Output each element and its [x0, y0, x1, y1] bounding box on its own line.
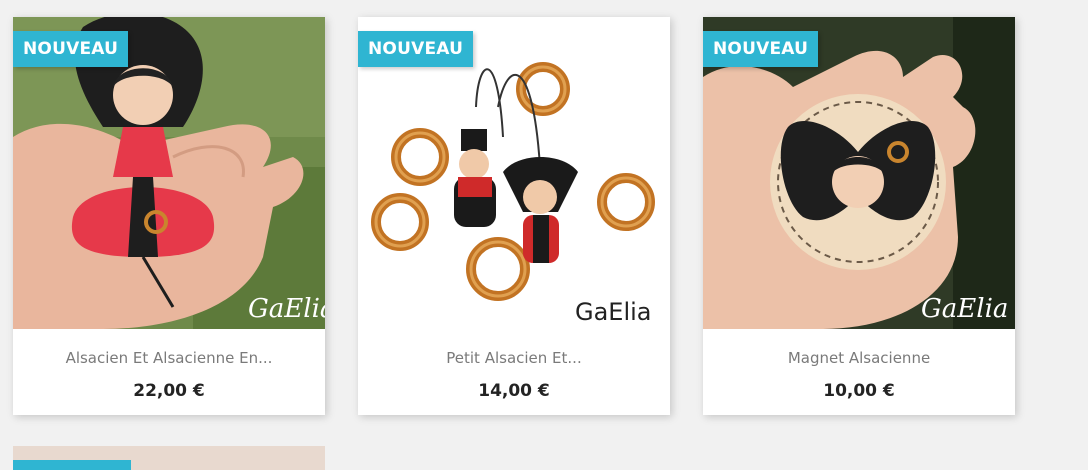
product-name-link[interactable]: Petit Alsacien Et...: [358, 348, 670, 368]
product-thumbnail[interactable]: GaElia NOUVEAU: [13, 17, 325, 329]
watermark-text: GaElia: [921, 294, 1008, 324]
product-thumbnail[interactable]: GaElia NOUVEAU: [358, 17, 670, 329]
product-card[interactable]: GaElia NOUVEAU Petit Alsacien Et... 14,0…: [358, 17, 670, 415]
product-thumbnail[interactable]: GaElia NOUVEAU: [703, 17, 1015, 329]
product-name-link[interactable]: Magnet Alsacienne: [703, 348, 1015, 368]
product-price: 10,00 €: [823, 381, 895, 401]
new-badge: NOUVEAU: [358, 31, 474, 67]
product-price: 22,00 €: [133, 381, 205, 401]
new-badge: NOUVEAU: [703, 31, 819, 67]
product-card[interactable]: GaElia NOUVEAU Alsacien Et Alsacienne En…: [13, 17, 325, 415]
product-card[interactable]: GaElia NOUVEAU Magnet Alsacienne 10,00 €: [703, 17, 1015, 415]
product-price: 14,00 €: [478, 381, 550, 401]
watermark-text: GaElia: [575, 298, 652, 326]
product-card[interactable]: [13, 446, 325, 470]
watermark-text: GaElia: [248, 294, 325, 324]
product-name-link[interactable]: Alsacien Et Alsacienne En...: [13, 348, 325, 368]
new-badge: [13, 460, 131, 470]
new-badge: NOUVEAU: [13, 31, 129, 67]
